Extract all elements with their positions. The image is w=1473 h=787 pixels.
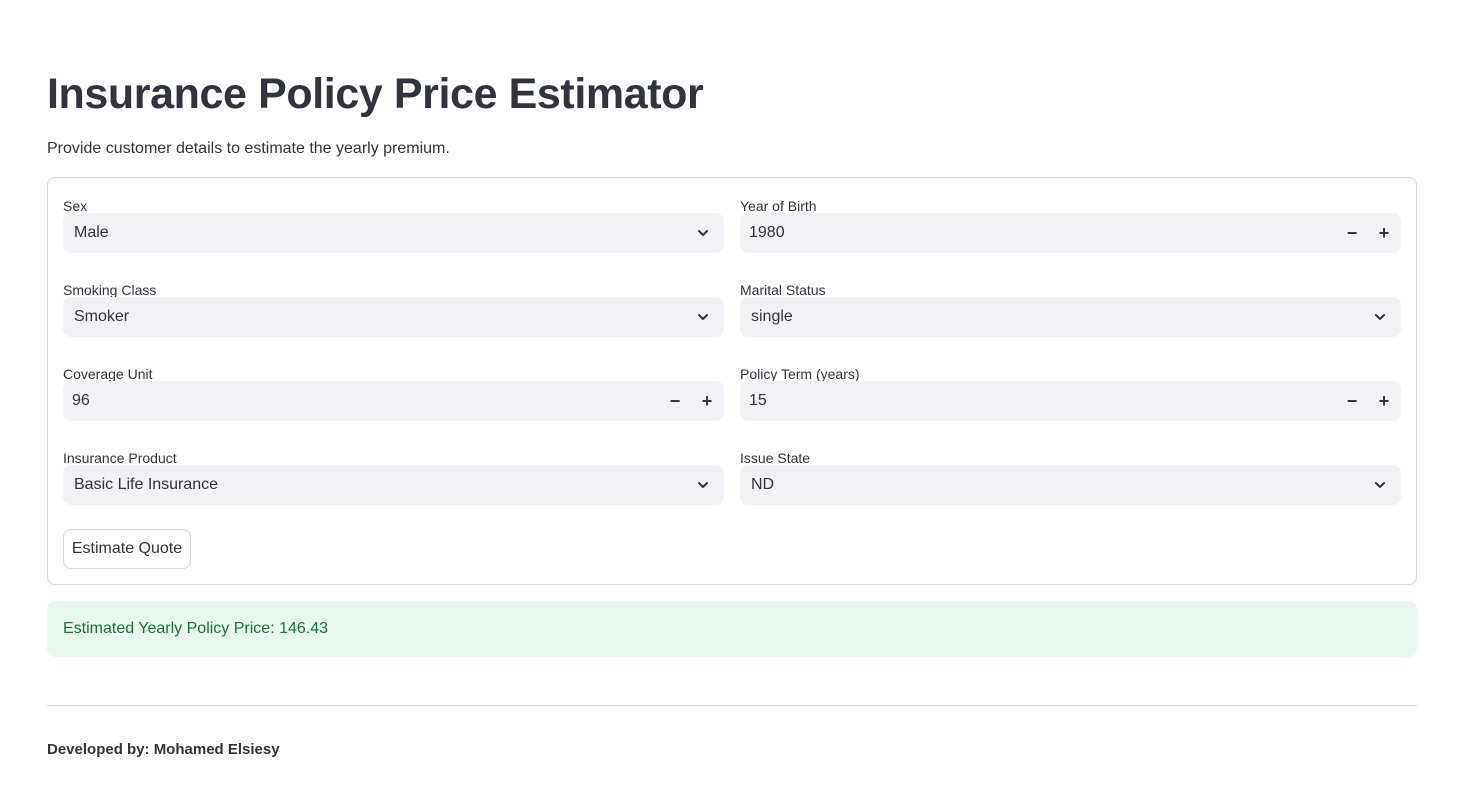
coverage-unit-value: 96 [72, 392, 90, 409]
minus-icon[interactable]: − [1338, 387, 1366, 415]
insurance-product-value: Basic Life Insurance [74, 476, 219, 493]
minus-icon[interactable]: − [661, 387, 689, 415]
page-subtitle: Provide customer details to estimate the… [47, 140, 450, 157]
policy-term-input[interactable]: 15 − + [740, 381, 1401, 421]
page-title: Insurance Policy Price Estimator [47, 70, 704, 118]
year-of-birth-value: 1980 [749, 224, 785, 241]
chevron-down-icon [698, 230, 708, 236]
footer-credit: Developed by: Mohamed Elsiesy [47, 741, 280, 758]
quote-form: Sex Male Year of Birth 1980 − + Smoking … [47, 177, 1417, 585]
chevron-down-icon [1375, 314, 1385, 320]
issue-state-value: ND [751, 476, 775, 493]
sex-value: Male [74, 224, 109, 241]
chevron-down-icon [1375, 482, 1385, 488]
estimate-quote-button[interactable]: Estimate Quote [63, 529, 191, 569]
estimated-price-text: Estimated Yearly Policy Price: 146.43 [63, 620, 329, 637]
chevron-down-icon [698, 482, 708, 488]
smoking-class-value: Smoker [74, 308, 130, 325]
year-of-birth-input[interactable]: 1980 − + [740, 213, 1401, 253]
chevron-down-icon [698, 314, 708, 320]
plus-icon[interactable]: + [1370, 387, 1398, 415]
policy-term-value: 15 [749, 392, 767, 409]
plus-icon[interactable]: + [1370, 219, 1398, 247]
marital-status-select[interactable]: single [740, 297, 1401, 337]
coverage-unit-input[interactable]: 96 − + [63, 381, 724, 421]
success-alert: Estimated Yearly Policy Price: 146.43 [47, 601, 1417, 657]
marital-status-value: single [751, 308, 793, 325]
smoking-class-select[interactable]: Smoker [63, 297, 724, 337]
sex-select[interactable]: Male [63, 213, 724, 253]
minus-icon[interactable]: − [1338, 219, 1366, 247]
insurance-product-select[interactable]: Basic Life Insurance [63, 465, 724, 505]
plus-icon[interactable]: + [693, 387, 721, 415]
app-page: Insurance Policy Price Estimator Provide… [0, 0, 1473, 787]
issue-state-select[interactable]: ND [740, 465, 1401, 505]
footer-divider [47, 705, 1417, 706]
